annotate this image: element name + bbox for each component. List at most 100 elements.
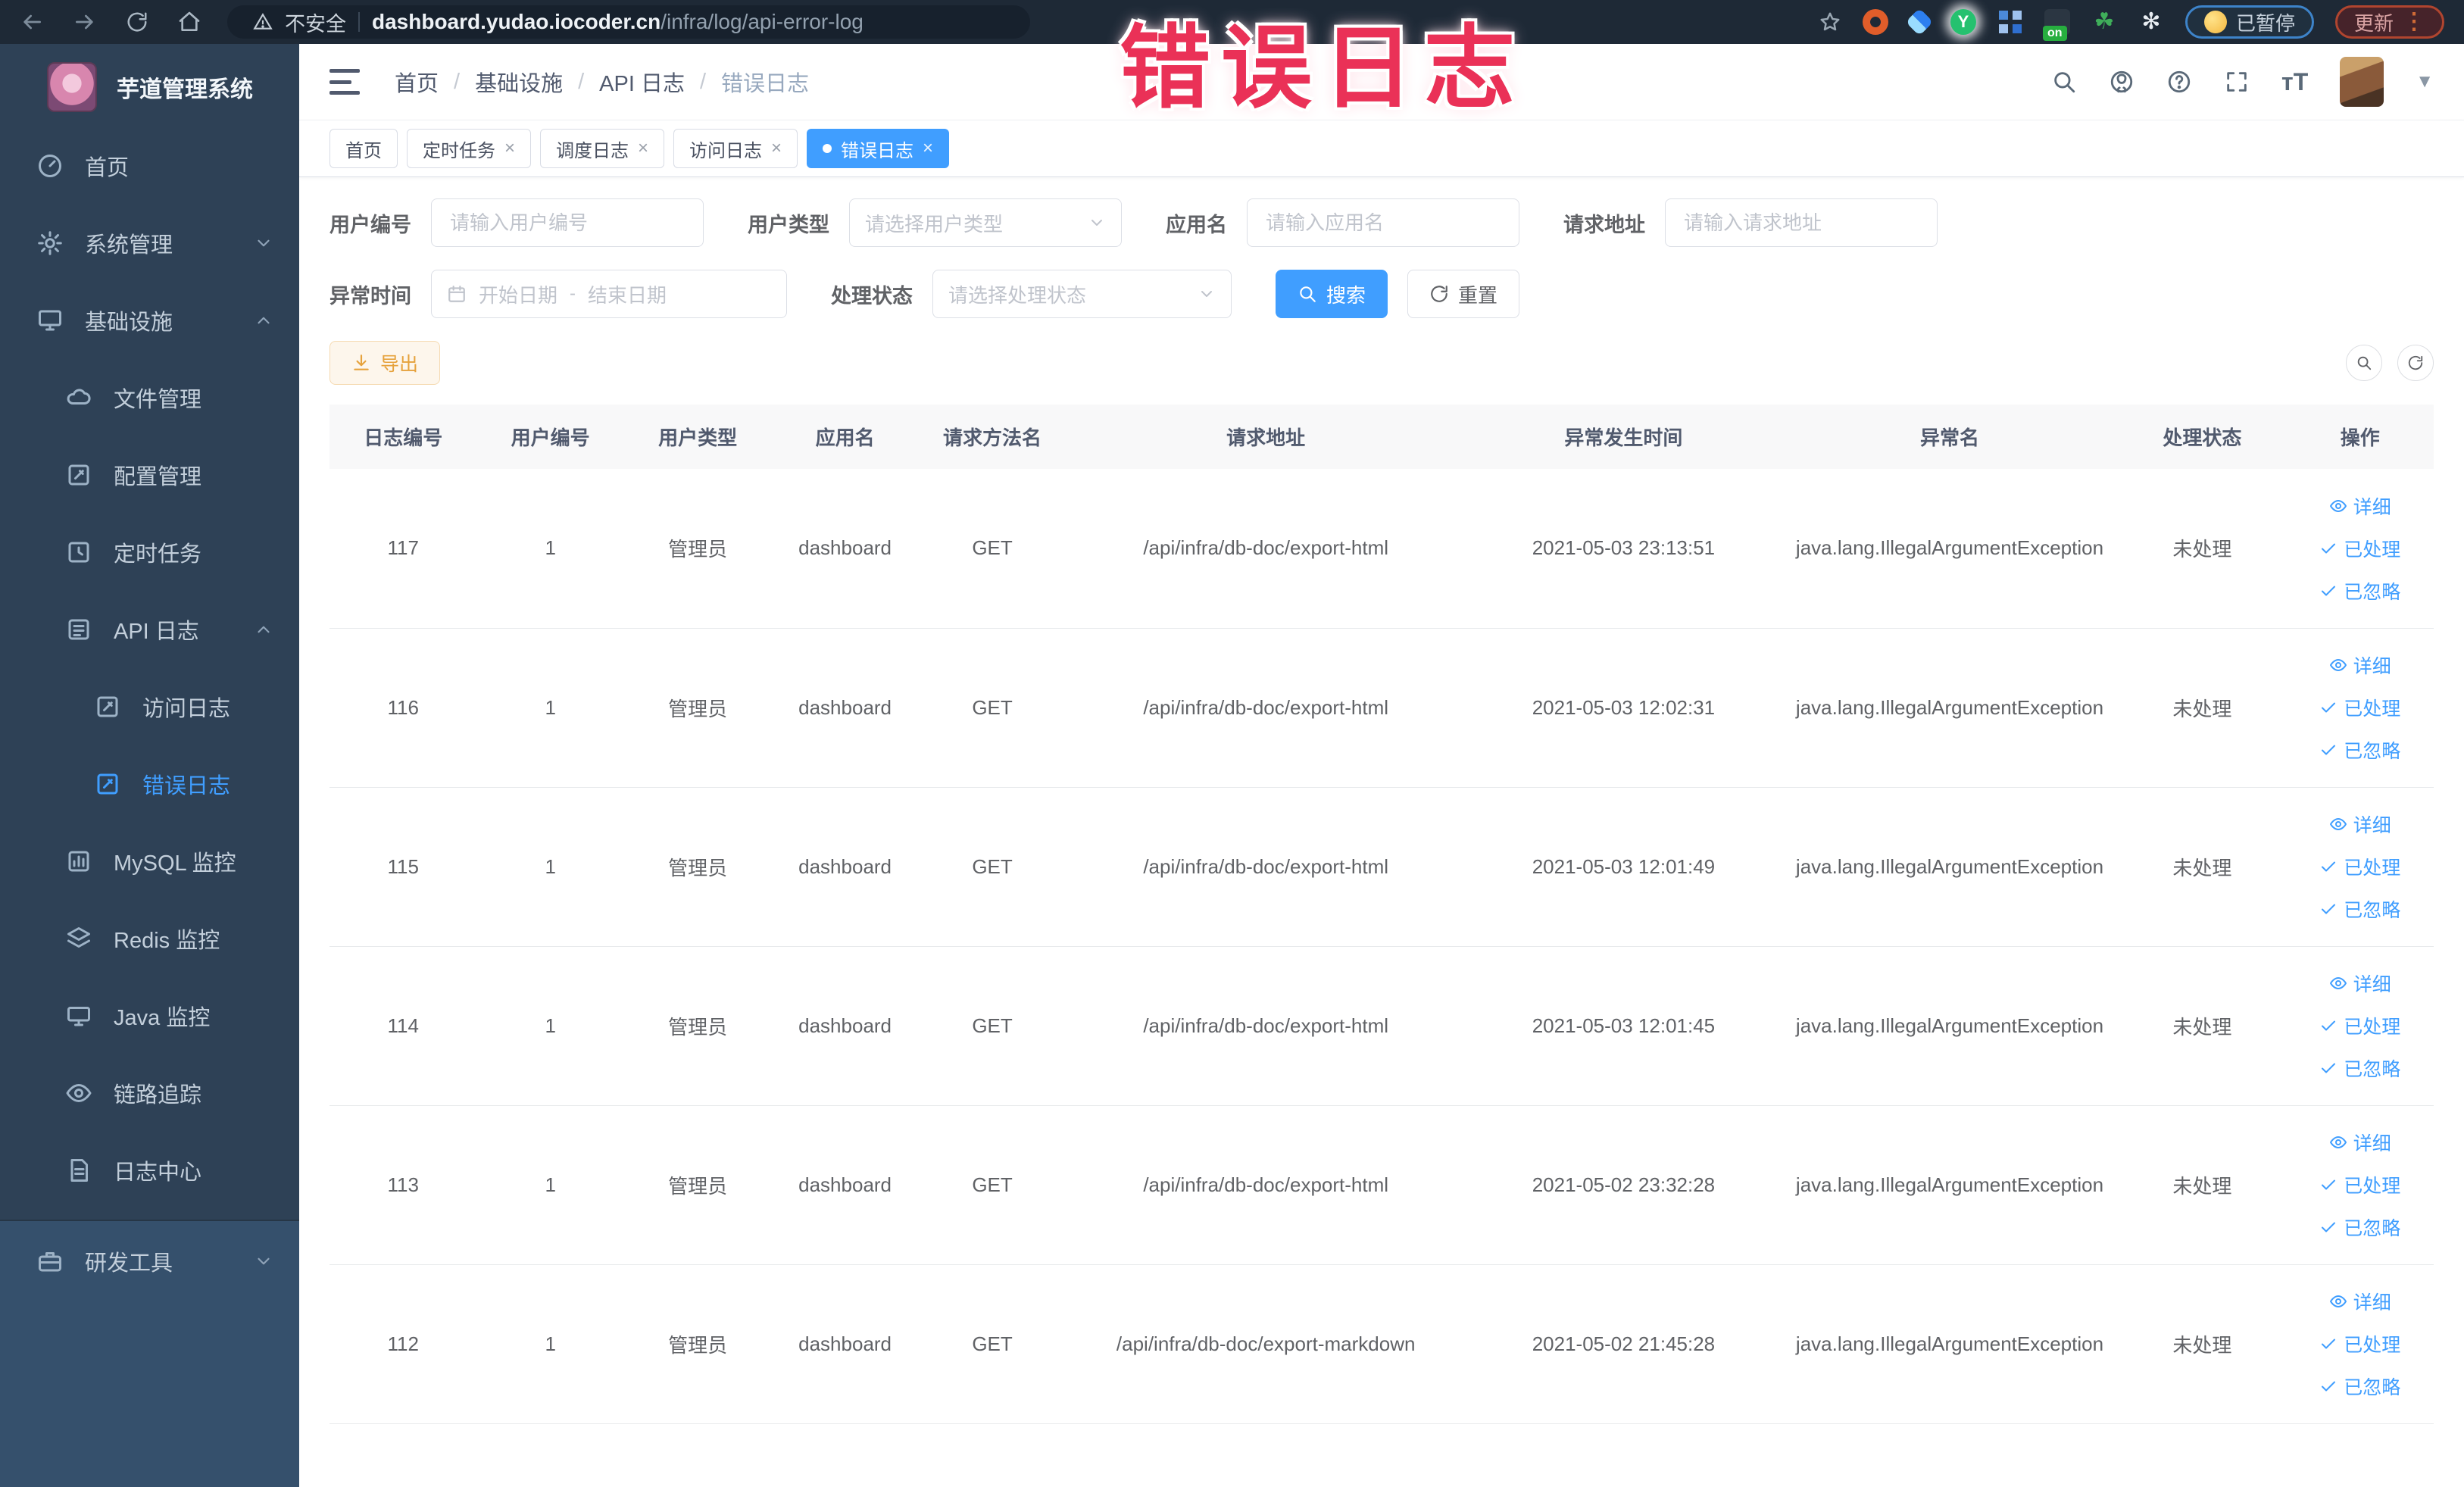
search-button[interactable]: 搜索 <box>1276 270 1388 318</box>
extension-icon-grid[interactable] <box>1997 9 2023 35</box>
browser-reload-button[interactable] <box>126 11 148 33</box>
extension-icon-blue[interactable] <box>1906 8 1934 36</box>
close-tab-icon[interactable]: × <box>771 138 782 159</box>
header-search-icon[interactable] <box>2051 69 2077 95</box>
hamburger-menu-icon[interactable] <box>329 69 360 95</box>
eye-icon <box>2329 974 2347 992</box>
sidebar-item-system-management[interactable]: 系统管理 <box>0 205 299 282</box>
trace-icon <box>65 1079 92 1107</box>
toggle-search-button[interactable] <box>2346 345 2382 381</box>
extension-icon-orange[interactable] <box>1863 9 1888 35</box>
refresh-table-button[interactable] <box>2397 345 2434 381</box>
export-button[interactable]: 导出 <box>329 341 440 385</box>
reset-button[interactable]: 重置 <box>1407 270 1519 318</box>
sidebar-item-file-management[interactable]: 文件管理 <box>0 359 299 436</box>
app-name-input[interactable] <box>1247 198 1519 247</box>
sidebar-item-log-center[interactable]: 日志中心 <box>0 1132 299 1209</box>
mark-processed-link[interactable]: 已处理 <box>2319 1330 2400 1357</box>
detail-link[interactable]: 详细 <box>2329 970 2391 997</box>
request-url-input[interactable] <box>1665 198 1938 247</box>
mark-ignored-link[interactable]: 已忽略 <box>2319 1214 2400 1241</box>
sidebar-item-scheduled-tasks[interactable]: 定时任务 <box>0 514 299 591</box>
sidebar-item-infrastructure[interactable]: 基础设施 <box>0 282 299 359</box>
dev-tools-icon <box>36 1248 64 1275</box>
mark-ignored-link[interactable]: 已忽略 <box>2319 895 2400 923</box>
error-log-table: 日志编号用户编号用户类型应用名请求方法名请求地址异常发生时间异常名处理状态操作 … <box>329 405 2434 1424</box>
detail-link[interactable]: 详细 <box>2329 651 2391 679</box>
user-menu-caret-icon[interactable]: ▼ <box>2416 71 2434 92</box>
sidebar-item-dev-tools[interactable]: 研发工具 <box>0 1221 299 1301</box>
user-id-input[interactable] <box>431 198 704 247</box>
table-row: 1161管理员dashboardGET/api/infra/db-doc/exp… <box>329 628 2434 787</box>
scheduled-tasks-icon <box>65 539 92 566</box>
column-header: 处理状态 <box>2118 405 2286 469</box>
address-bar[interactable]: 不安全 dashboard.yudao.iocoder.cn/infra/log… <box>227 5 1030 39</box>
mark-processed-link[interactable]: 已处理 <box>2319 1171 2400 1198</box>
user-avatar[interactable] <box>2340 57 2384 107</box>
mark-processed-link[interactable]: 已处理 <box>2319 535 2400 562</box>
extension-icon-sprout[interactable]: ☘ <box>2091 9 2117 35</box>
sidebar-item-config-management[interactable]: 配置管理 <box>0 436 299 514</box>
mark-processed-link[interactable]: 已处理 <box>2319 1012 2400 1039</box>
mark-ignored-link[interactable]: 已忽略 <box>2319 577 2400 604</box>
security-label[interactable]: 不安全 <box>285 8 346 37</box>
close-tab-icon[interactable]: × <box>504 138 515 159</box>
tab-访问日志[interactable]: 访问日志× <box>673 129 798 168</box>
sidebar-item-java-monitor[interactable]: Java 监控 <box>0 977 299 1054</box>
sidebar-item-mysql-monitor[interactable]: MySQL 监控 <box>0 823 299 900</box>
mark-processed-link[interactable]: 已处理 <box>2319 853 2400 880</box>
eye-icon <box>2329 497 2347 515</box>
sidebar-item-trace[interactable]: 链路追踪 <box>0 1054 299 1132</box>
tab-调度日志[interactable]: 调度日志× <box>540 129 664 168</box>
font-size-icon[interactable]: тT <box>2281 68 2308 96</box>
close-tab-icon[interactable]: × <box>638 138 648 159</box>
browser-back-button[interactable] <box>20 10 44 34</box>
java-monitor-icon <box>65 1002 92 1029</box>
browser-chrome: 不安全 dashboard.yudao.iocoder.cn/infra/log… <box>0 0 2464 44</box>
detail-link[interactable]: 详细 <box>2329 492 2391 520</box>
start-date-placeholder: 开始日期 <box>479 280 557 308</box>
app-logo-row[interactable]: 芋道管理系统 <box>0 44 299 127</box>
check-icon <box>2319 1377 2338 1395</box>
process-status-select[interactable]: 请选择处理状态 <box>932 270 1232 318</box>
fullscreen-icon[interactable] <box>2224 69 2250 95</box>
tab-首页[interactable]: 首页 <box>329 129 398 168</box>
table-row: 1131管理员dashboardGET/api/infra/db-doc/exp… <box>329 1105 2434 1264</box>
extension-icon-green[interactable]: Y <box>1950 9 1976 35</box>
browser-home-button[interactable] <box>177 10 201 34</box>
mark-ignored-link[interactable]: 已忽略 <box>2319 1054 2400 1082</box>
detail-link[interactable]: 详细 <box>2329 811 2391 838</box>
sidebar-item-home[interactable]: 首页 <box>0 127 299 205</box>
bookmark-star-icon[interactable] <box>1819 11 1841 33</box>
github-icon[interactable] <box>2109 69 2135 95</box>
exception-time-range-picker[interactable]: 开始日期 - 结束日期 <box>431 270 787 318</box>
breadcrumb-item[interactable]: API 日志 <box>599 66 685 98</box>
mark-ignored-link[interactable]: 已忽略 <box>2319 1373 2400 1400</box>
api-logs-icon <box>65 616 92 643</box>
mark-processed-link[interactable]: 已处理 <box>2319 694 2400 721</box>
tab-定时任务[interactable]: 定时任务× <box>407 129 531 168</box>
sidebar-item-api-logs[interactable]: API 日志 <box>0 591 299 668</box>
sidebar-item-error-logs[interactable]: 错误日志 <box>0 745 299 823</box>
chevron-down-icon <box>254 1251 273 1271</box>
sidebar-item-redis-monitor[interactable]: Redis 监控 <box>0 900 299 977</box>
browser-menu-dots-icon[interactable]: ⋮ <box>2403 11 2425 33</box>
browser-forward-button[interactable] <box>73 10 97 34</box>
check-icon <box>2319 741 2338 759</box>
browser-update-button[interactable]: 更新 ⋮ <box>2335 5 2444 39</box>
user-type-select[interactable]: 请选择用户类型 <box>849 198 1122 247</box>
help-icon[interactable] <box>2166 69 2192 95</box>
breadcrumb-item[interactable]: 首页 <box>395 66 439 98</box>
close-tab-icon[interactable]: × <box>923 138 933 159</box>
detail-link[interactable]: 详细 <box>2329 1129 2391 1156</box>
extension-icon-paw[interactable]: ✻ <box>2138 9 2164 35</box>
redis-monitor-icon <box>65 925 92 952</box>
extension-icon-on-badge[interactable] <box>2044 9 2070 35</box>
paused-extension-button[interactable]: 已暂停 <box>2185 5 2314 39</box>
detail-link[interactable]: 详细 <box>2329 1288 2391 1315</box>
tab-错误日志[interactable]: 错误日志× <box>807 129 949 168</box>
request-url-label: 请求地址 <box>1563 208 1645 238</box>
mark-ignored-link[interactable]: 已忽略 <box>2319 736 2400 764</box>
breadcrumb-item[interactable]: 基础设施 <box>475 66 563 98</box>
sidebar-item-access-logs[interactable]: 访问日志 <box>0 668 299 745</box>
